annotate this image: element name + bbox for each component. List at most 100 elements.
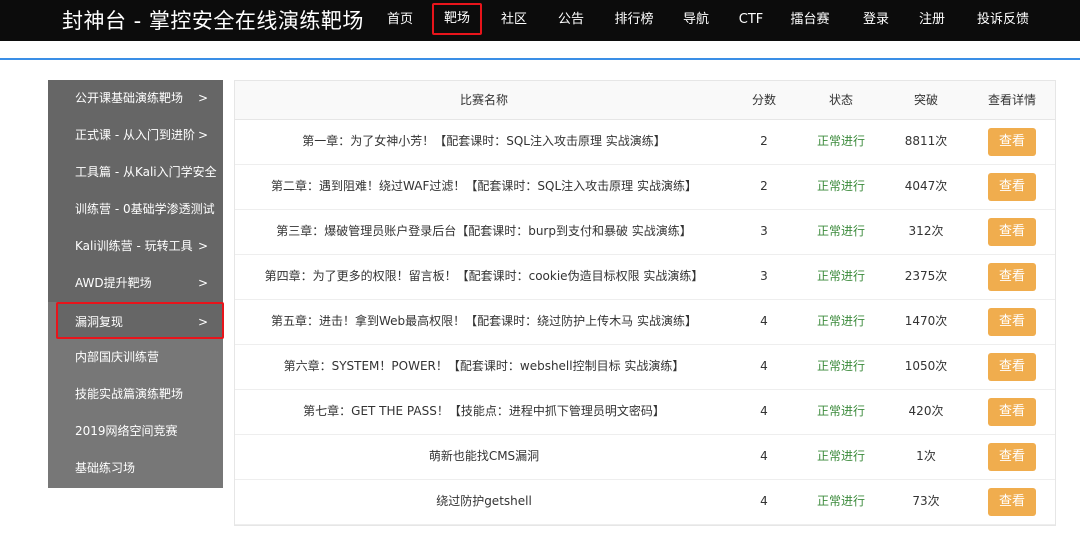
challenge-name: 第四章：为了更多的权限！留言板！【配套课时：cookie伪造目标权限 实战演练】	[264, 269, 704, 283]
challenge-name: 第五章：进击！拿到Web最高权限！【配套课时：绕过防护上传木马 实战演练】	[271, 314, 697, 328]
sidebar-item-skill-practice[interactable]: 技能实战篇演练靶场	[48, 376, 223, 413]
nav-community[interactable]: 社区	[501, 0, 527, 41]
nav-arena[interactable]: 擂台赛	[790, 0, 829, 41]
table-row: 第四章：为了更多的权限！留言板！【配套课时：cookie伪造目标权限 实战演练】…	[235, 254, 1055, 300]
sidebar-item-label: 基础练习场	[75, 461, 136, 475]
sidebar-item-national-day[interactable]: 内部国庆训练营	[48, 339, 223, 376]
challenge-status: 正常进行	[816, 359, 866, 373]
challenge-score: 4	[760, 494, 768, 508]
challenge-name: 第二章：遇到阻难！绕过WAF过滤！【配套课时：SQL注入攻击原理 实战演练】	[271, 179, 697, 193]
header-score: 分数	[751, 93, 777, 107]
sidebar-item-2019-contest[interactable]: 2019网络空间竞赛	[48, 413, 223, 450]
sidebar-item-label: Kali训练营 - 玩转工具	[75, 239, 193, 253]
challenge-table: 比赛名称 分数 状态 突破 查看详情 第一章：为了女神小芳！【配套课时：SQL注…	[234, 80, 1056, 526]
nav-announcement[interactable]: 公告	[558, 0, 584, 41]
challenge-status: 正常进行	[816, 449, 866, 463]
view-button[interactable]: 查看	[988, 443, 1036, 471]
table-row: 第二章：遇到阻难！绕过WAF过滤！【配套课时：SQL注入攻击原理 实战演练】 2 正…	[235, 164, 1055, 210]
header-details: 查看详情	[987, 93, 1037, 107]
view-button[interactable]: 查看	[988, 263, 1036, 291]
sidebar-item-public-course[interactable]: 公开课基础演练靶场 >	[48, 80, 223, 117]
site-title[interactable]: 封神台 - 掌控安全在线演练靶场	[62, 5, 364, 35]
sidebar-item-vuln-reproduce[interactable]: 漏洞复现 >	[56, 302, 224, 339]
challenge-name: 第六章：SYSTEM！POWER！【配套课时：webshell控制目标 实战演练…	[283, 359, 685, 373]
nav-range[interactable]: 靶场	[431, 3, 483, 35]
header-name: 比赛名称	[459, 93, 509, 107]
challenge-score: 2	[760, 134, 768, 148]
header-divider	[0, 58, 1080, 60]
sidebar-item-label: 训练营 - 0基础学渗透测试	[75, 202, 215, 216]
sidebar-item-label: 漏洞复现	[75, 315, 124, 329]
view-button[interactable]: 查看	[988, 308, 1036, 336]
view-button[interactable]: 查看	[988, 353, 1036, 381]
sidebar-item-tools[interactable]: 工具篇 - 从Kali入门学安全	[48, 154, 223, 191]
challenge-status: 正常进行	[816, 494, 866, 508]
challenge-status: 正常进行	[816, 269, 866, 283]
sidebar-item-label: 技能实战篇演练靶场	[75, 387, 184, 401]
challenge-score: 3	[760, 269, 768, 283]
sidebar-item-awd[interactable]: AWD提升靶场 >	[48, 265, 223, 302]
sidebar-item-formal-course[interactable]: 正式课 - 从入门到进阶 >	[48, 117, 223, 154]
sidebar-item-label: AWD提升靶场	[75, 276, 152, 290]
challenge-breakthrough-count: 420次	[908, 404, 944, 418]
table-row: 第五章：进击！拿到Web最高权限！【配套课时：绕过防护上传木马 实战演练】 4 正常…	[235, 299, 1055, 345]
sidebar-item-bootcamp[interactable]: 训练营 - 0基础学渗透测试	[48, 191, 223, 228]
challenge-status: 正常进行	[816, 314, 866, 328]
sidebar-item-label: 2019网络空间竞赛	[75, 424, 178, 438]
view-button[interactable]: 查看	[988, 488, 1036, 516]
challenge-name: 第一章：为了女神小芳！【配套课时：SQL注入攻击原理 实战演练】	[302, 134, 666, 148]
sidebar-item-label: 工具篇 - 从Kali入门学安全	[75, 165, 217, 179]
table-row: 第三章：爆破管理员账户登录后台【配套课时：burp到支付和暴破 实战演练】 3 正常…	[235, 209, 1055, 255]
sidebar-item-kali-camp[interactable]: Kali训练营 - 玩转工具 >	[48, 228, 223, 265]
top-navbar: 封神台 - 掌控安全在线演练靶场 首页 靶场 社区 公告 排行榜 导航 CTF …	[0, 0, 1080, 41]
nav-ctf[interactable]: CTF	[739, 0, 764, 41]
challenge-breakthrough-count: 2375次	[904, 269, 948, 283]
challenge-breakthrough-count: 1470次	[904, 314, 948, 328]
challenge-score: 4	[760, 404, 768, 418]
nav-login[interactable]: 登录	[863, 0, 889, 41]
chevron-right-icon: >	[198, 128, 209, 142]
challenge-score: 2	[760, 179, 768, 193]
challenge-score: 3	[760, 224, 768, 238]
challenge-score: 4	[760, 314, 768, 328]
sidebar: 公开课基础演练靶场 > 正式课 - 从入门到进阶 > 工具篇 - 从Kali入门…	[48, 80, 224, 488]
challenge-breakthrough-count: 4047次	[904, 179, 948, 193]
view-button[interactable]: 查看	[988, 218, 1036, 246]
table-row: 萌新也能找CMS漏洞 4 正常进行 1次 查看	[235, 434, 1055, 480]
challenge-name: 绕过防护getshell	[436, 494, 532, 508]
challenge-breakthrough-count: 1050次	[904, 359, 948, 373]
nav-home[interactable]: 首页	[387, 0, 413, 41]
nav-leaderboard[interactable]: 排行榜	[614, 0, 653, 41]
view-button[interactable]: 查看	[988, 398, 1036, 426]
header-breakthrough: 突破	[913, 93, 939, 107]
challenge-status: 正常进行	[816, 404, 866, 418]
view-button[interactable]: 查看	[988, 173, 1036, 201]
chevron-right-icon: >	[198, 91, 209, 105]
challenge-name: 第七章：GET THE PASS！【技能点：进程中抓下管理员明文密码】	[303, 404, 665, 418]
sidebar-item-label: 公开课基础演练靶场	[75, 91, 184, 105]
table-header: 比赛名称 分数 状态 突破 查看详情	[235, 81, 1055, 120]
challenge-breakthrough-count: 312次	[908, 224, 944, 238]
nav-register[interactable]: 注册	[919, 0, 945, 41]
challenge-name: 萌新也能找CMS漏洞	[428, 449, 540, 463]
sidebar-item-label: 正式课 - 从入门到进阶	[75, 128, 195, 142]
challenge-name: 第三章：爆破管理员账户登录后台【配套课时：burp到支付和暴破 实战演练】	[276, 224, 692, 238]
chevron-right-icon: >	[198, 276, 209, 290]
chevron-right-icon: >	[198, 315, 209, 329]
challenge-status: 正常进行	[816, 134, 866, 148]
sidebar-item-basic-practice[interactable]: 基础练习场	[48, 450, 223, 487]
challenge-breakthrough-count: 8811次	[904, 134, 948, 148]
sidebar-item-label: 内部国庆训练营	[75, 350, 160, 364]
challenge-breakthrough-count: 1次	[916, 449, 936, 463]
table-row: 第一章：为了女神小芳！【配套课时：SQL注入攻击原理 实战演练】 2 正常进行 881…	[235, 119, 1055, 165]
nav-navigation[interactable]: 导航	[683, 0, 709, 41]
challenge-status: 正常进行	[816, 224, 866, 238]
table-row: 绕过防护getshell 4 正常进行 73次 查看	[235, 479, 1055, 525]
challenge-breakthrough-count: 73次	[912, 494, 940, 508]
header-status: 状态	[828, 93, 854, 107]
challenge-status: 正常进行	[816, 179, 866, 193]
challenge-score: 4	[760, 449, 768, 463]
chevron-right-icon: >	[198, 239, 209, 253]
nav-feedback[interactable]: 投诉反馈	[977, 0, 1029, 41]
view-button[interactable]: 查看	[988, 128, 1036, 156]
